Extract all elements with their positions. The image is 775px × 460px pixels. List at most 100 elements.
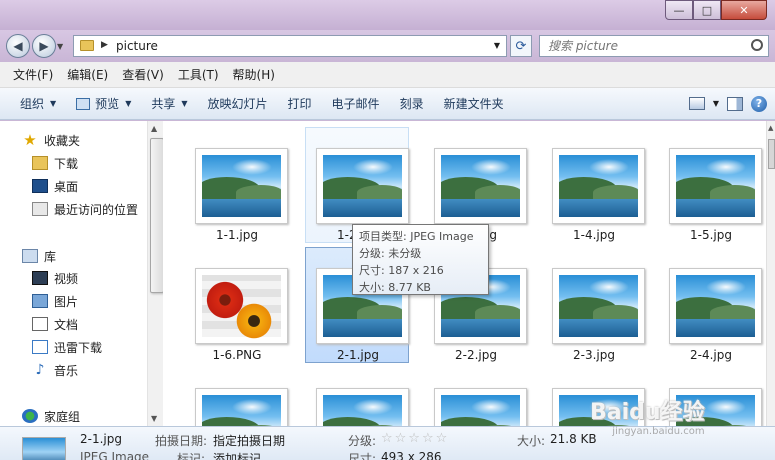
print-button[interactable]: 打印 — [278, 91, 322, 117]
preview-pane-icon[interactable] — [727, 96, 743, 111]
file-item[interactable]: 2-4.jpg — [658, 247, 762, 363]
sidebar-item-thunder-downloads[interactable]: 迅雷下载 — [32, 336, 102, 358]
cloud — [589, 279, 629, 295]
menu-edit[interactable]: 编辑(E) — [60, 64, 115, 85]
file-name: 2-2.jpg — [455, 348, 497, 362]
dimensions-label: 尺寸: — [348, 452, 377, 460]
menu-help[interactable]: 帮助(H) — [226, 64, 282, 85]
forward-button[interactable]: ▶ — [32, 34, 56, 58]
hill — [475, 185, 520, 199]
sidebar-item-label: 最近访问的位置 — [54, 202, 139, 217]
hill — [710, 305, 755, 319]
new-folder-button[interactable]: 新建文件夹 — [434, 91, 514, 117]
file-name: 2-4.jpg — [690, 348, 732, 362]
file-name: 1-4.jpg — [573, 228, 615, 242]
cloud — [353, 399, 393, 415]
sidebar-favorites-label: 收藏夹 — [44, 133, 81, 148]
refresh-button[interactable]: ⟳ — [510, 35, 532, 57]
preview-icon — [76, 97, 91, 110]
sidebar-favorites[interactable]: ★ 收藏夹 — [22, 129, 80, 151]
menu-view[interactable]: 查看(V) — [115, 64, 171, 85]
file-item[interactable] — [305, 367, 409, 426]
landscape-image — [676, 155, 755, 217]
burn-button[interactable]: 刻录 — [390, 91, 434, 117]
sidebar-item-videos[interactable]: 视频 — [32, 267, 78, 289]
homegroup-icon — [22, 409, 38, 423]
slideshow-button[interactable]: 放映幻灯片 — [198, 91, 278, 117]
address-field[interactable]: ▶ picture ▼ — [73, 35, 507, 57]
main-scrollbar[interactable]: ▲ — [766, 121, 775, 426]
hill — [236, 185, 281, 199]
cloud — [706, 279, 746, 295]
cloud — [706, 159, 746, 175]
file-thumbnail — [434, 148, 527, 224]
preview-button[interactable]: 预览 ▼ — [66, 91, 141, 117]
view-options-dropdown[interactable]: ▼ — [713, 99, 719, 108]
change-view-icon[interactable] — [688, 97, 705, 110]
organize-button[interactable]: 组织 ▼ — [0, 91, 66, 117]
file-name: 1-6.PNG — [212, 348, 262, 362]
minimize-button[interactable]: — — [665, 0, 693, 20]
hill — [593, 305, 638, 319]
rating-stars[interactable]: ☆☆☆☆☆ — [381, 431, 449, 446]
breadcrumb-picture[interactable]: picture — [116, 39, 158, 53]
recent-pages-dropdown[interactable]: ▼ — [57, 42, 63, 51]
chevron-down-icon: ▼ — [181, 99, 188, 108]
search-input[interactable] — [540, 36, 740, 56]
share-button[interactable]: 共享 ▼ — [141, 91, 197, 117]
sidebar-item-pictures[interactable]: 图片 — [32, 290, 78, 312]
email-button[interactable]: 电子邮件 — [322, 91, 390, 117]
cloud — [353, 159, 393, 175]
search-box[interactable] — [539, 35, 769, 57]
sidebar-scroll-thumb[interactable] — [150, 138, 164, 293]
file-name: 2-3.jpg — [573, 348, 615, 362]
menu-tools[interactable]: 工具(T) — [171, 64, 226, 85]
sidebar-item-desktop[interactable]: 桌面 — [32, 175, 78, 197]
desktop-icon — [32, 179, 48, 193]
breadcrumb-arrow-icon[interactable]: ▶ — [101, 40, 108, 50]
file-thumbnail — [669, 148, 762, 224]
hill — [710, 185, 755, 199]
window-controls: — □ ✕ — [665, 0, 767, 20]
file-item[interactable] — [184, 367, 288, 426]
sidebar-item-downloads[interactable]: 下载 — [32, 152, 78, 174]
scroll-down-icon[interactable]: ▼ — [151, 414, 157, 423]
details-thumbnail — [22, 437, 66, 460]
file-thumbnail — [669, 268, 762, 344]
yellow-flower — [234, 301, 274, 341]
address-history-dropdown[interactable]: ▼ — [494, 41, 500, 50]
file-item[interactable]: 2-3.jpg — [541, 247, 645, 363]
back-button[interactable]: ◀ — [6, 34, 30, 58]
sidebar-item-label: 视频 — [54, 271, 79, 286]
landscape-image — [559, 155, 638, 217]
sidebar-item-recent-places[interactable]: 最近访问的位置 — [32, 198, 138, 220]
address-bar-row: ◀ ▶ ▼ ▶ picture ▼ ⟳ — [0, 30, 775, 62]
sidebar-item-documents[interactable]: 文档 — [32, 313, 78, 335]
file-item[interactable]: 1-4.jpg — [541, 127, 645, 243]
search-icon[interactable] — [751, 39, 763, 51]
tags-field[interactable]: 添加标记 — [213, 450, 261, 460]
sidebar-item-music[interactable]: ♪ 音乐 — [32, 359, 78, 381]
tooltip-rating: 分级: 未分级 — [359, 247, 422, 260]
main-scroll-thumb[interactable] — [768, 139, 775, 169]
sidebar-libraries-label: 库 — [44, 249, 57, 264]
date-taken-field[interactable]: 指定拍摄日期 — [213, 432, 285, 449]
file-item[interactable]: 1-6.PNG — [184, 247, 288, 363]
scroll-up-icon[interactable]: ▲ — [151, 124, 157, 133]
help-icon[interactable]: ? — [751, 95, 767, 112]
file-item[interactable]: 1-5.jpg — [658, 127, 762, 243]
scroll-up-icon[interactable]: ▲ — [768, 124, 773, 132]
star-icon: ★ — [23, 131, 37, 149]
thunder-downloads-icon — [32, 340, 48, 354]
sidebar-scrollbar[interactable]: ▲ ▼ — [147, 121, 164, 426]
file-item[interactable] — [423, 367, 527, 426]
menu-file[interactable]: 文件(F) — [6, 64, 60, 85]
rating-label: 分级: — [348, 434, 377, 448]
sidebar-libraries[interactable]: 库 — [22, 245, 56, 267]
maximize-button[interactable]: □ — [693, 0, 721, 20]
flowers-image — [202, 275, 281, 341]
file-item[interactable]: 1-1.jpg — [184, 127, 288, 243]
close-button[interactable]: ✕ — [721, 0, 767, 20]
sidebar-homegroup[interactable]: 家庭组 — [22, 405, 80, 426]
baidu-watermark-logo: Baidu经验 jingyan.baidu.com — [590, 394, 705, 437]
